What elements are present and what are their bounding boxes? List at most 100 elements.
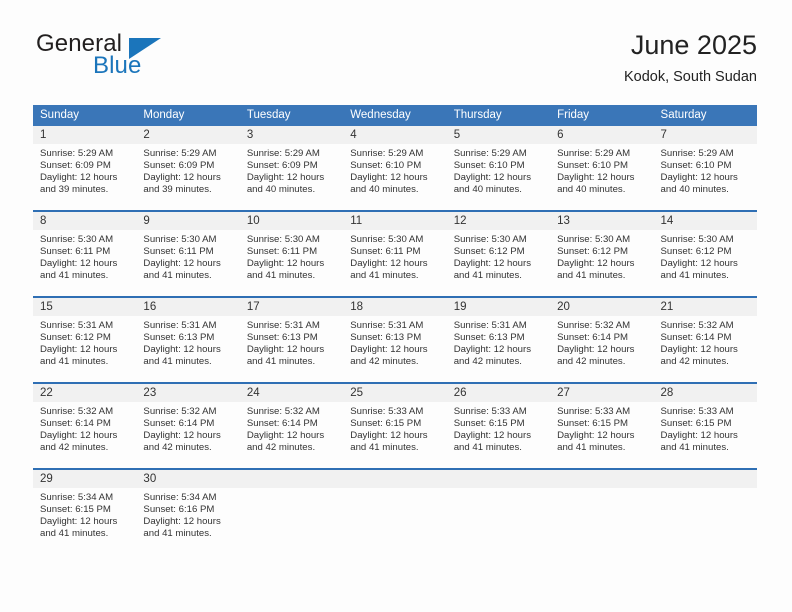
- calendar-day-cell[interactable]: 11 Sunrise: 5:30 AM Sunset: 6:11 PM Dayl…: [343, 210, 447, 297]
- daylight-text-line1: Daylight: 12 hours: [660, 429, 738, 441]
- calendar-day-cell[interactable]: 18 Sunrise: 5:31 AM Sunset: 6:13 PM Dayl…: [343, 296, 447, 383]
- calendar-day-cell[interactable]: 1 Sunrise: 5:29 AM Sunset: 6:09 PM Dayli…: [33, 126, 137, 211]
- calendar-day-cell[interactable]: 22 Sunrise: 5:32 AM Sunset: 6:14 PM Dayl…: [33, 382, 137, 469]
- daylight-text-line1: Daylight: 12 hours: [660, 171, 738, 183]
- calendar-day-cell[interactable]: 7 Sunrise: 5:29 AM Sunset: 6:10 PM Dayli…: [653, 126, 757, 211]
- calendar-day-cell[interactable]: 12 Sunrise: 5:30 AM Sunset: 6:12 PM Dayl…: [446, 210, 551, 297]
- calendar-day-cell[interactable]: 5 Sunrise: 5:29 AM Sunset: 6:10 PM Dayli…: [446, 126, 551, 211]
- calendar-day-cell[interactable]: 3 Sunrise: 5:29 AM Sunset: 6:09 PM Dayli…: [239, 126, 344, 211]
- calendar-day-cell-empty: [446, 468, 551, 554]
- sunrise-text: Sunrise: 5:31 AM: [143, 320, 217, 331]
- daylight-text-line1: Daylight: 12 hours: [40, 429, 118, 441]
- day-info: Sunrise: 5:29 AM Sunset: 6:09 PM Dayligh…: [240, 144, 343, 196]
- daylight-text-line1: Daylight: 12 hours: [143, 257, 221, 269]
- calendar-day-cell[interactable]: 6 Sunrise: 5:29 AM Sunset: 6:10 PM Dayli…: [550, 126, 654, 211]
- calendar-day-cell[interactable]: 9 Sunrise: 5:30 AM Sunset: 6:11 PM Dayli…: [136, 210, 240, 297]
- calendar-day-cell[interactable]: 17 Sunrise: 5:31 AM Sunset: 6:13 PM Dayl…: [239, 296, 344, 383]
- daylight-text-line1: Daylight: 12 hours: [246, 429, 325, 441]
- calendar-day-cell[interactable]: 16 Sunrise: 5:31 AM Sunset: 6:13 PM Dayl…: [136, 296, 240, 383]
- day-number: 11: [343, 212, 447, 230]
- daylight-text-line1: Daylight: 12 hours: [40, 515, 118, 527]
- calendar-day-cell-empty: [653, 468, 757, 554]
- daylight-text-line1: Daylight: 12 hours: [453, 343, 532, 355]
- daylight-text-line1: Daylight: 12 hours: [453, 429, 532, 441]
- sunset-text: Sunset: 6:12 PM: [40, 331, 111, 343]
- daylight-text-line2: and 41 minutes.: [453, 441, 522, 453]
- daylight-text-line2: and 40 minutes.: [660, 183, 729, 195]
- calendar-day-cell[interactable]: 4 Sunrise: 5:29 AM Sunset: 6:10 PM Dayli…: [343, 126, 447, 211]
- sunset-text: Sunset: 6:15 PM: [40, 503, 111, 515]
- calendar-day-cell[interactable]: 26 Sunrise: 5:33 AM Sunset: 6:15 PM Dayl…: [446, 382, 551, 469]
- calendar-day-cell[interactable]: 28 Sunrise: 5:33 AM Sunset: 6:15 PM Dayl…: [653, 382, 757, 469]
- calendar-week-row: 22 Sunrise: 5:32 AM Sunset: 6:14 PM Dayl…: [33, 382, 757, 469]
- day-info: Sunrise: 5:29 AM Sunset: 6:10 PM Dayligh…: [343, 144, 446, 196]
- weekday-header-wednesday: Wednesday: [343, 105, 447, 126]
- brand-logo[interactable]: General Blue: [33, 28, 243, 90]
- sunrise-text: Sunrise: 5:30 AM: [246, 234, 320, 245]
- day-info: Sunrise: 5:29 AM Sunset: 6:10 PM Dayligh…: [447, 144, 550, 196]
- sunrise-text: Sunrise: 5:31 AM: [350, 320, 424, 331]
- calendar-body: 1 Sunrise: 5:29 AM Sunset: 6:09 PM Dayli…: [33, 126, 757, 554]
- day-number: 14: [653, 212, 757, 230]
- sunrise-text: Sunrise: 5:34 AM: [143, 492, 217, 503]
- day-info: Sunrise: 5:34 AM Sunset: 6:15 PM Dayligh…: [33, 488, 136, 540]
- sunrise-text: Sunrise: 5:29 AM: [453, 148, 527, 159]
- calendar-day-cell[interactable]: 19 Sunrise: 5:31 AM Sunset: 6:13 PM Dayl…: [446, 296, 551, 383]
- calendar-day-cell[interactable]: 23 Sunrise: 5:32 AM Sunset: 6:14 PM Dayl…: [136, 382, 240, 469]
- sunset-text: Sunset: 6:10 PM: [660, 159, 732, 171]
- weekday-header-friday: Friday: [550, 105, 654, 126]
- sunrise-text: Sunrise: 5:31 AM: [453, 320, 527, 331]
- calendar-day-cell[interactable]: 13 Sunrise: 5:30 AM Sunset: 6:12 PM Dayl…: [550, 210, 654, 297]
- calendar-day-cell[interactable]: 21 Sunrise: 5:32 AM Sunset: 6:14 PM Dayl…: [653, 296, 757, 383]
- day-number: 21: [653, 298, 757, 316]
- daylight-text-line2: and 42 minutes.: [143, 441, 212, 453]
- calendar-day-cell[interactable]: 14 Sunrise: 5:30 AM Sunset: 6:12 PM Dayl…: [653, 210, 757, 297]
- calendar-day-cell[interactable]: 10 Sunrise: 5:30 AM Sunset: 6:11 PM Dayl…: [239, 210, 344, 297]
- day-number: 16: [136, 298, 240, 316]
- sunset-text: Sunset: 6:10 PM: [453, 159, 525, 171]
- sunrise-text: Sunrise: 5:30 AM: [453, 234, 527, 245]
- sunset-text: Sunset: 6:11 PM: [246, 245, 318, 257]
- sunset-text: Sunset: 6:14 PM: [557, 331, 629, 343]
- sunset-text: Sunset: 6:11 PM: [350, 245, 421, 257]
- daylight-text-line1: Daylight: 12 hours: [246, 257, 325, 269]
- daylight-text-line1: Daylight: 12 hours: [350, 171, 428, 183]
- calendar-day-cell[interactable]: 20 Sunrise: 5:32 AM Sunset: 6:14 PM Dayl…: [550, 296, 654, 383]
- daylight-text-line1: Daylight: 12 hours: [660, 257, 738, 269]
- daylight-text-line2: and 42 minutes.: [557, 355, 626, 367]
- calendar-day-cell[interactable]: 15 Sunrise: 5:31 AM Sunset: 6:12 PM Dayl…: [33, 296, 137, 383]
- calendar-day-cell-empty: [550, 468, 654, 554]
- day-info: Sunrise: 5:31 AM Sunset: 6:13 PM Dayligh…: [343, 316, 446, 368]
- day-number: 30: [136, 470, 240, 488]
- daylight-text-line2: and 41 minutes.: [143, 527, 212, 539]
- weekday-header-saturday: Saturday: [653, 105, 757, 126]
- calendar-table: Sunday Monday Tuesday Wednesday Thursday…: [33, 105, 757, 554]
- calendar-day-cell[interactable]: 2 Sunrise: 5:29 AM Sunset: 6:09 PM Dayli…: [136, 126, 240, 211]
- day-info: Sunrise: 5:32 AM Sunset: 6:14 PM Dayligh…: [550, 316, 653, 368]
- day-info: Sunrise: 5:30 AM Sunset: 6:12 PM Dayligh…: [654, 230, 757, 282]
- day-info: Sunrise: 5:29 AM Sunset: 6:10 PM Dayligh…: [550, 144, 653, 196]
- day-number: 7: [653, 126, 757, 144]
- daylight-text-line1: Daylight: 12 hours: [246, 343, 325, 355]
- calendar-day-cell[interactable]: 8 Sunrise: 5:30 AM Sunset: 6:11 PM Dayli…: [33, 210, 137, 297]
- daylight-text-line2: and 40 minutes.: [453, 183, 522, 195]
- calendar-day-cell[interactable]: 25 Sunrise: 5:33 AM Sunset: 6:15 PM Dayl…: [343, 382, 447, 469]
- calendar-day-cell[interactable]: 24 Sunrise: 5:32 AM Sunset: 6:14 PM Dayl…: [239, 382, 344, 469]
- calendar-day-cell[interactable]: 29 Sunrise: 5:34 AM Sunset: 6:15 PM Dayl…: [33, 468, 137, 554]
- day-number: 2: [136, 126, 240, 144]
- day-info: Sunrise: 5:30 AM Sunset: 6:11 PM Dayligh…: [343, 230, 446, 282]
- sunrise-text: Sunrise: 5:30 AM: [557, 234, 631, 245]
- daylight-text-line1: Daylight: 12 hours: [350, 429, 428, 441]
- sunset-text: Sunset: 6:15 PM: [453, 417, 525, 429]
- sunrise-text: Sunrise: 5:30 AM: [660, 234, 734, 245]
- day-number: 4: [343, 126, 447, 144]
- sunrise-text: Sunrise: 5:29 AM: [557, 148, 631, 159]
- day-number: 22: [33, 384, 137, 402]
- calendar-day-cell[interactable]: 30 Sunrise: 5:34 AM Sunset: 6:16 PM Dayl…: [136, 468, 240, 554]
- calendar-day-cell[interactable]: 27 Sunrise: 5:33 AM Sunset: 6:15 PM Dayl…: [550, 382, 654, 469]
- day-info: Sunrise: 5:29 AM Sunset: 6:10 PM Dayligh…: [654, 144, 757, 196]
- daylight-text-line2: and 41 minutes.: [453, 269, 522, 281]
- day-number: 29: [33, 470, 137, 488]
- day-info: Sunrise: 5:32 AM Sunset: 6:14 PM Dayligh…: [240, 402, 343, 454]
- sunrise-text: Sunrise: 5:30 AM: [143, 234, 217, 245]
